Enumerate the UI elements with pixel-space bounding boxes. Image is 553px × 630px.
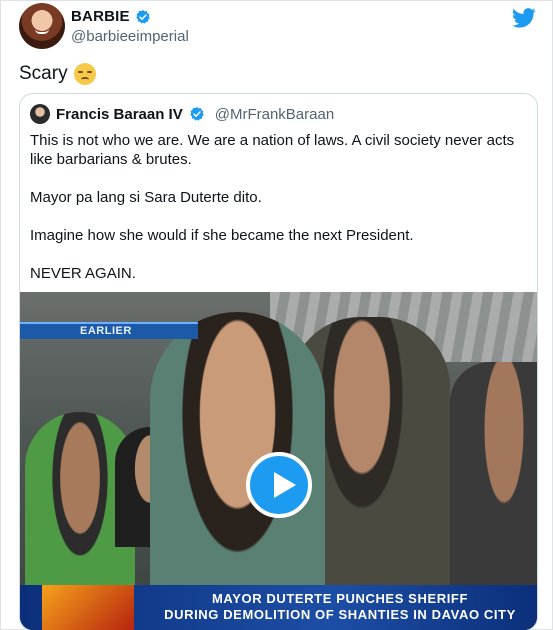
tweet-text: Scary — [19, 63, 96, 85]
earlier-tag-text: EARLIER — [80, 325, 132, 337]
news-lower-third: MAYOR DUTERTE PUNCHES SHERIFF DURING DEM… — [20, 585, 537, 630]
quoted-author-avatar — [30, 104, 50, 124]
quoted-paragraph: This is not who we are. We are a nation … — [30, 132, 515, 168]
quoted-tweet-body: This is not who we are. We are a nation … — [30, 131, 530, 302]
tweet-card[interactable]: BARBIE @barbieeimperial Scary Francis Ba… — [0, 0, 553, 630]
twitter-bird-icon[interactable] — [512, 8, 536, 28]
author-name-row: BARBIE — [71, 8, 151, 25]
quoted-author-handle: @MrFrankBaraan — [214, 105, 335, 123]
video-player[interactable]: EARLIER MAYOR DUTERTE PUNCHES SHERIFF DU… — [20, 292, 537, 630]
news-caption-line2: DURING DEMOLITION OF SHANTIES IN DAVAO C… — [164, 607, 516, 622]
pensive-face-emoji — [73, 63, 96, 85]
news-caption: MAYOR DUTERTE PUNCHES SHERIFF DURING DEM… — [145, 591, 535, 623]
author-avatar[interactable] — [19, 3, 65, 49]
news-logo — [42, 585, 134, 630]
quoted-paragraph: NEVER AGAIN. — [30, 265, 136, 282]
quoted-author-row: Francis Baraan IV @MrFrankBaraan — [30, 104, 334, 124]
quoted-paragraph: Mayor pa lang si Sara Duterte dito. — [30, 189, 262, 206]
quoted-author-display-name: Francis Baraan IV — [56, 105, 183, 123]
author-display-name[interactable]: BARBIE — [71, 8, 130, 25]
earlier-tag: EARLIER — [20, 322, 198, 339]
quoted-tweet[interactable]: Francis Baraan IV @MrFrankBaraan This is… — [19, 93, 538, 630]
quoted-paragraph: Imagine how she would if she became the … — [30, 227, 414, 244]
tweet-text-content: Scary — [19, 63, 68, 84]
verified-badge-icon — [135, 9, 150, 24]
author-handle[interactable]: @barbieeimperial — [71, 28, 189, 45]
news-caption-line1: MAYOR DUTERTE PUNCHES SHERIFF — [212, 591, 468, 606]
verified-badge-icon — [189, 107, 204, 121]
play-icon[interactable] — [246, 452, 312, 518]
